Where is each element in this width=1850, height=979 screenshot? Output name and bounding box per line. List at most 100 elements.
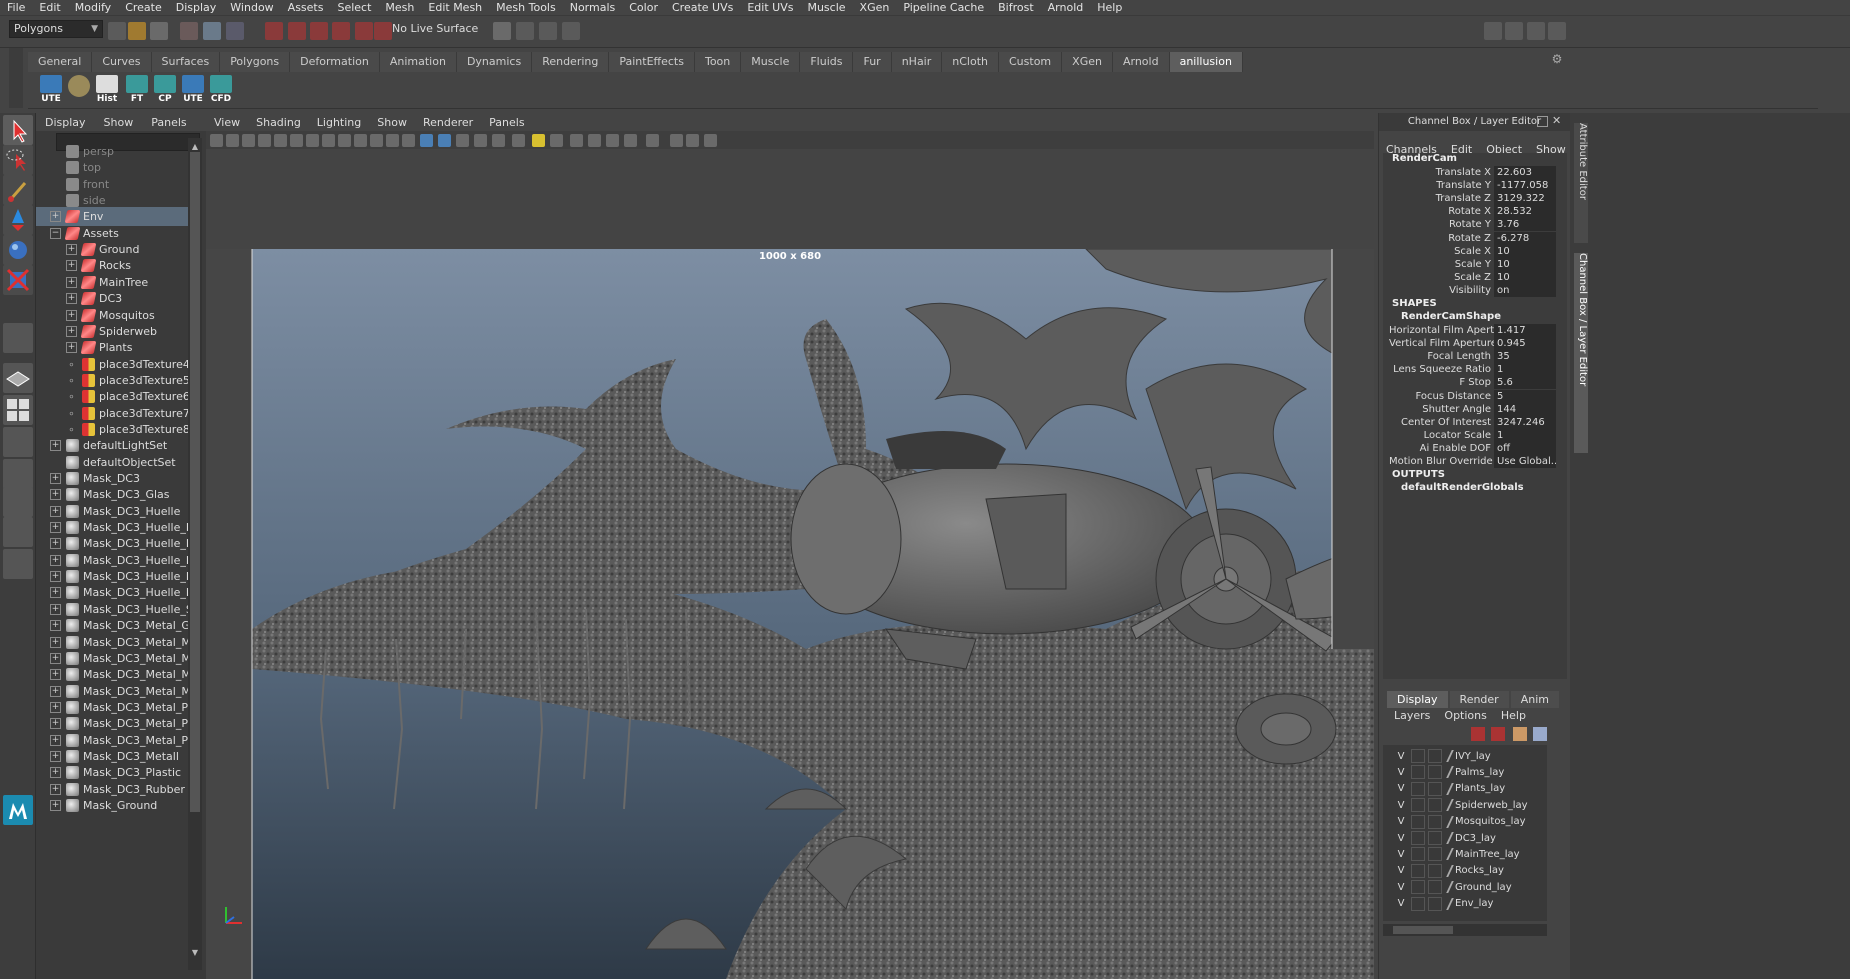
rotate-tool-icon[interactable] bbox=[3, 235, 33, 265]
expand-icon[interactable]: + bbox=[50, 440, 61, 452]
select-tool-icon[interactable] bbox=[3, 115, 33, 145]
snap-curve-icon[interactable] bbox=[288, 22, 306, 40]
menu-window[interactable]: Window bbox=[223, 1, 280, 14]
layer-display-type-toggle[interactable] bbox=[1428, 798, 1442, 813]
open-scene-icon[interactable] bbox=[128, 22, 146, 40]
channel-attribute-row[interactable]: Translate X 22.603 bbox=[1389, 166, 1569, 179]
menu-muscle[interactable]: Muscle bbox=[800, 1, 852, 14]
shelf-button-material[interactable] bbox=[64, 75, 94, 107]
camera-attributes-icon[interactable] bbox=[226, 134, 239, 147]
shelf-tab-general[interactable]: General bbox=[28, 52, 93, 72]
channel-box-tab[interactable]: Channel Box / Layer Editor bbox=[1574, 253, 1588, 453]
layer-playback-toggle[interactable] bbox=[1411, 880, 1425, 895]
viewport-menu-shading[interactable]: Shading bbox=[248, 116, 309, 129]
layer-tab-anim[interactable]: Anim bbox=[1510, 691, 1559, 708]
layer-visibility-toggle[interactable]: V bbox=[1391, 751, 1411, 762]
depth-of-field-icon[interactable] bbox=[624, 134, 637, 147]
layer-color-swatch[interactable] bbox=[1446, 782, 1454, 795]
layer-menu-layers[interactable]: Layers bbox=[1387, 709, 1437, 722]
channel-attribute-row[interactable]: Translate Z 3129.322 bbox=[1389, 192, 1569, 206]
safe-action-icon[interactable] bbox=[386, 134, 399, 147]
move-tool-icon[interactable] bbox=[3, 205, 33, 235]
channel-attribute-value[interactable]: 10 bbox=[1494, 270, 1556, 284]
menu-modify[interactable]: Modify bbox=[68, 1, 118, 14]
shape-attribute-row[interactable]: Ai Enable DOF off bbox=[1389, 441, 1569, 455]
shelf-button-cp[interactable]: CP bbox=[150, 75, 180, 107]
layer-color-swatch[interactable] bbox=[1446, 799, 1454, 812]
layer-row[interactable]: V Rocks_lay bbox=[1391, 863, 1551, 879]
layer-color-swatch[interactable] bbox=[1446, 815, 1454, 828]
new-scene-icon[interactable] bbox=[108, 22, 126, 40]
render-settings-icon[interactable] bbox=[562, 22, 580, 40]
channel-attribute-row[interactable]: Rotate X 28.532 bbox=[1389, 205, 1569, 219]
channel-attribute-value[interactable]: -1177.058 bbox=[1494, 179, 1556, 193]
render-view-icon[interactable] bbox=[493, 22, 511, 40]
image-plane-icon[interactable] bbox=[258, 134, 271, 147]
menu-create-uvs[interactable]: Create UVs bbox=[665, 1, 740, 14]
shape-attribute-row[interactable]: Lens Squeeze Ratio 1 bbox=[1389, 363, 1569, 377]
film-gate-icon[interactable] bbox=[322, 134, 335, 147]
shelf-tab-curves[interactable]: Curves bbox=[92, 52, 152, 72]
grid-icon[interactable] bbox=[306, 134, 319, 147]
viewport-menu-renderer[interactable]: Renderer bbox=[415, 116, 481, 129]
layer-playback-toggle[interactable] bbox=[1411, 831, 1425, 845]
expand-icon[interactable]: + bbox=[50, 473, 61, 484]
ipr-render-icon[interactable] bbox=[539, 22, 557, 40]
shelf-tab-xgen[interactable]: XGen bbox=[1062, 52, 1113, 72]
snap-grid-icon[interactable] bbox=[265, 22, 283, 40]
menu-set-dropdown[interactable]: Polygons ▼ bbox=[9, 20, 103, 38]
grease-pencil-icon[interactable] bbox=[290, 134, 303, 147]
shelf-tab-fur[interactable]: Fur bbox=[853, 52, 892, 72]
layer-display-type-toggle[interactable] bbox=[1428, 831, 1442, 845]
outliner-scrollbar[interactable]: ▲ ▼ bbox=[188, 138, 202, 970]
layer-list-scrollbar[interactable] bbox=[1383, 924, 1547, 936]
expand-icon[interactable]: + bbox=[50, 750, 61, 762]
shelf-tab-toon[interactable]: Toon bbox=[694, 52, 742, 72]
shape-attribute-value[interactable]: 5 bbox=[1494, 389, 1556, 403]
layer-playback-toggle[interactable] bbox=[1411, 765, 1425, 780]
menu-edit-mesh[interactable]: Edit Mesh bbox=[421, 1, 489, 14]
channel-attribute-value[interactable]: 10 bbox=[1494, 257, 1556, 271]
shelf-tab-ncloth[interactable]: nCloth bbox=[942, 52, 999, 72]
layer-row[interactable]: V Mosquitos_lay bbox=[1391, 814, 1551, 830]
menu-assets[interactable]: Assets bbox=[281, 1, 331, 14]
shape-attribute-row[interactable]: Focus Distance 5 bbox=[1389, 389, 1569, 403]
attribute-editor-toggle-icon[interactable] bbox=[1505, 22, 1523, 40]
multisample-aa-icon[interactable] bbox=[606, 134, 619, 147]
layer-row[interactable]: V Ground_lay bbox=[1391, 879, 1551, 895]
graph-editor-layout-icon[interactable] bbox=[3, 459, 33, 489]
channel-attribute-value[interactable]: -6.278 bbox=[1494, 231, 1556, 245]
layer-display-type-toggle[interactable] bbox=[1428, 814, 1442, 829]
viewport-menu-view[interactable]: View bbox=[206, 116, 248, 129]
xray-joints-icon[interactable] bbox=[670, 134, 683, 147]
shape-attribute-row[interactable]: Focal Length 35 bbox=[1389, 350, 1569, 364]
layer-scroll-thumb[interactable] bbox=[1393, 926, 1453, 934]
shape-attribute-row[interactable]: Locator Scale 1 bbox=[1389, 428, 1569, 442]
outliner-scroll-thumb[interactable] bbox=[190, 152, 200, 812]
shelf-tab-nhair[interactable]: nHair bbox=[891, 52, 943, 72]
select-camera-icon[interactable] bbox=[210, 134, 223, 147]
shelf-tab-dynamics[interactable]: Dynamics bbox=[456, 52, 533, 72]
layer-color-swatch[interactable] bbox=[1446, 848, 1454, 861]
shelf-button-ft[interactable]: FT bbox=[122, 75, 152, 107]
shelf-button-hist[interactable]: Hist bbox=[92, 75, 122, 107]
menu-help[interactable]: Help bbox=[1090, 1, 1129, 14]
shelf-grip[interactable] bbox=[9, 48, 23, 108]
scale-tool-icon[interactable] bbox=[3, 265, 33, 295]
shape-attribute-value[interactable]: off bbox=[1494, 441, 1556, 455]
layer-menu-help[interactable]: Help bbox=[1494, 709, 1533, 722]
viewport-menu-panels[interactable]: Panels bbox=[481, 116, 532, 129]
shelf-tab-surfaces[interactable]: Surfaces bbox=[151, 52, 221, 72]
layer-color-swatch[interactable] bbox=[1446, 750, 1454, 762]
shape-attribute-value[interactable]: 5.6 bbox=[1494, 376, 1556, 390]
menu-file[interactable]: File bbox=[0, 1, 32, 14]
single-perspective-layout-icon[interactable] bbox=[3, 363, 33, 393]
select-hierarchy-icon[interactable] bbox=[180, 22, 198, 40]
expand-icon[interactable]: + bbox=[50, 587, 61, 599]
snap-point-icon[interactable] bbox=[310, 22, 328, 40]
2d-pan-zoom-icon[interactable] bbox=[274, 134, 287, 147]
menu-display[interactable]: Display bbox=[169, 1, 224, 14]
shape-attribute-row[interactable]: Motion Blur Override Use Global... bbox=[1389, 455, 1569, 468]
layer-visibility-toggle[interactable]: V bbox=[1391, 865, 1411, 876]
layer-visibility-toggle[interactable]: V bbox=[1391, 783, 1411, 794]
